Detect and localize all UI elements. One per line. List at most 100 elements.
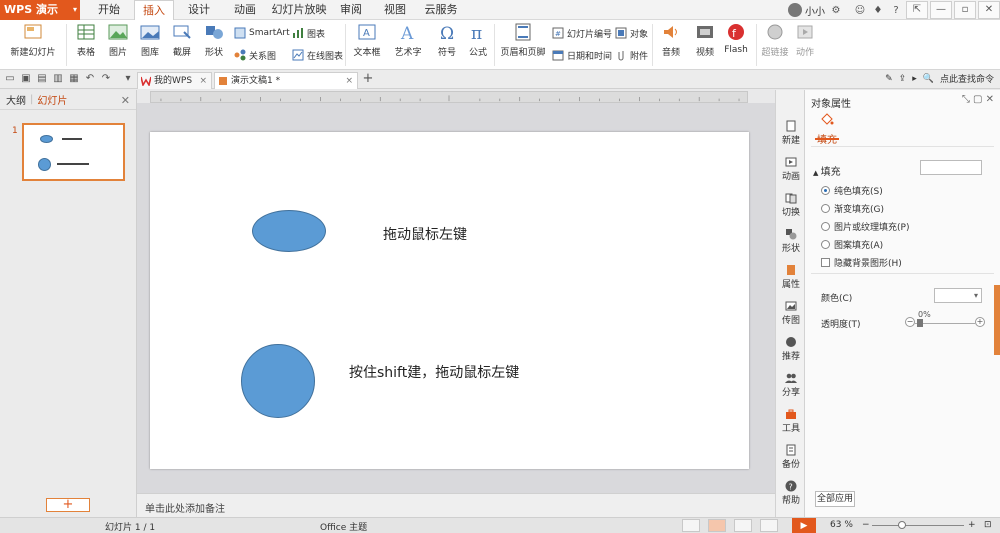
fit-window-icon[interactable]: ⊡ — [984, 520, 992, 530]
side-tab-animation[interactable]: 动画 — [776, 152, 806, 188]
wordart-button[interactable]: A 艺术字 — [390, 22, 426, 68]
gallery-button[interactable]: 图库 — [136, 22, 164, 68]
close-button[interactable]: ✕ — [978, 1, 1000, 19]
tab-animation[interactable]: 动画 — [224, 0, 266, 20]
notes-toggle-button[interactable] — [682, 519, 700, 532]
customize-dropdown-icon[interactable]: ▾ — [122, 73, 134, 85]
new-tab-plus-icon[interactable]: + — [362, 72, 374, 85]
redo-icon[interactable]: ↷ — [100, 73, 112, 85]
zoom-level[interactable]: 63 % — [830, 520, 853, 530]
tab-insert[interactable]: 插入 — [134, 0, 174, 21]
side-tab-recommend[interactable]: 推荐 — [776, 332, 806, 368]
doc-tab-my-wps[interactable]: 我的WPS × — [137, 72, 212, 89]
tab-design[interactable]: 设计 — [178, 0, 220, 20]
play-slideshow-button[interactable]: ▶ — [792, 518, 816, 533]
minimize-button[interactable]: — — [930, 1, 952, 19]
maximize-button[interactable]: ▫ — [954, 1, 976, 19]
tab-home[interactable]: 开始 — [88, 0, 130, 20]
side-tab-transition[interactable]: 切换 — [776, 188, 806, 224]
side-tab-upload[interactable]: 传图 — [776, 296, 806, 332]
transparency-slider[interactable]: − 0% + — [905, 310, 985, 329]
audio-button[interactable]: 音频 — [656, 22, 686, 68]
side-tab-backup[interactable]: 备份 — [776, 440, 806, 476]
tab-review[interactable]: 审阅 — [334, 0, 368, 20]
circle-shape[interactable] — [241, 344, 315, 418]
user-menu[interactable]: 小小 ⚙ — [788, 3, 844, 18]
slide-text-shift-drag[interactable]: 按住shift建，拖动鼠标左键 — [349, 362, 519, 382]
screenshot-button[interactable]: 截屏 — [168, 22, 196, 68]
radio-picture-fill[interactable]: 图片或纹理填充(P) — [821, 220, 909, 233]
slide-canvas[interactable]: 拖动鼠标左键 按住shift建，拖动鼠标左键 — [150, 132, 749, 469]
radio-button[interactable] — [821, 186, 830, 195]
command-search-label[interactable]: 点此查找命令 — [940, 72, 994, 85]
close-icon[interactable]: × — [345, 73, 353, 89]
date-time-button[interactable]: 日期和时间 — [552, 46, 612, 64]
normal-view-button[interactable] — [708, 519, 726, 532]
panel-controls[interactable]: ⤡ ▢ ✕ — [962, 94, 994, 105]
apply-all-button[interactable]: 全部应用 — [815, 491, 855, 507]
print-icon[interactable]: ▥ — [52, 73, 64, 85]
close-icon[interactable]: ✕ — [121, 94, 130, 107]
video-button[interactable]: 视频 — [690, 22, 720, 68]
table-button[interactable]: 表格 — [72, 22, 100, 68]
add-slide-button[interactable]: + — [46, 498, 90, 512]
side-tab-new[interactable]: 新建 — [776, 116, 806, 152]
more-icon[interactable]: ▸ — [912, 74, 917, 84]
side-tab-tools[interactable]: 工具 — [776, 404, 806, 440]
smartart-button[interactable]: SmartArt — [234, 24, 290, 42]
fill-tab[interactable]: 填充 — [815, 112, 839, 146]
slide-text-drag[interactable]: 拖动鼠标左键 — [383, 224, 467, 244]
export-icon[interactable]: ▤ — [36, 73, 48, 85]
zoom-slider-thumb[interactable] — [898, 521, 906, 529]
sorter-view-button[interactable] — [734, 519, 752, 532]
radio-button[interactable] — [821, 204, 830, 213]
textbox-button[interactable]: A 文本框 — [350, 22, 384, 68]
save-icon[interactable]: ▣ — [20, 73, 32, 85]
side-tab-properties[interactable]: 属性 — [776, 260, 806, 296]
close-icon[interactable]: × — [199, 73, 207, 89]
notes-pane[interactable]: 单击此处添加备注 — [137, 493, 775, 517]
shirt-icon[interactable]: ♦ — [870, 5, 886, 16]
undo-icon[interactable]: ↶ — [84, 73, 96, 85]
help-icon[interactable]: ? — [888, 5, 904, 16]
slide-number-button[interactable]: # 幻灯片编号 — [552, 24, 612, 42]
object-button[interactable]: 对象 — [615, 24, 648, 42]
hide-background-checkbox[interactable]: 隐藏背景图形(H) — [821, 256, 902, 269]
symbol-button[interactable]: Ω 符号 — [432, 22, 462, 68]
flash-button[interactable]: f Flash — [722, 22, 750, 68]
hyperlink-button[interactable]: 超链接 — [760, 22, 790, 68]
open-folder-icon[interactable]: ▭ — [4, 73, 16, 85]
side-tab-shapes[interactable]: 形状 — [776, 224, 806, 260]
zoom-slider[interactable] — [872, 525, 964, 526]
zoom-out-icon[interactable]: − — [862, 520, 870, 530]
app-menu-button[interactable]: WPS 演示 ▾ — [0, 0, 80, 20]
slide-thumbnail[interactable] — [22, 123, 125, 181]
action-button[interactable]: 动作 — [792, 22, 818, 68]
panel-title[interactable]: 对象属性 — [811, 95, 851, 110]
image-button[interactable]: 图片 — [104, 22, 132, 68]
tab-slides[interactable]: 幻灯片 — [37, 92, 67, 107]
new-slide-button[interactable]: 新建幻灯片 — [6, 22, 60, 68]
skin-icon[interactable]: ☺ — [852, 5, 868, 16]
radio-pattern-fill[interactable]: 图案填充(A) — [821, 238, 883, 251]
fill-color-swatch[interactable] — [920, 160, 982, 175]
theme-name[interactable]: Office 主题 — [320, 520, 367, 533]
ellipse-shape[interactable] — [252, 210, 326, 252]
zoom-in-icon[interactable]: + — [968, 520, 976, 530]
slider-thumb[interactable] — [917, 319, 923, 327]
color-dropdown[interactable]: ▾ — [934, 288, 982, 303]
plus-icon[interactable]: + — [975, 317, 985, 327]
reading-view-button[interactable] — [760, 519, 778, 532]
preview-icon[interactable]: ▦ — [68, 73, 80, 85]
side-tab-help[interactable]: ? 帮助 — [776, 476, 806, 512]
tab-view[interactable]: 视图 — [378, 0, 412, 20]
panel-collapse-handle[interactable] — [994, 285, 1000, 355]
minus-icon[interactable]: − — [905, 317, 915, 327]
radio-solid-fill[interactable]: 纯色填充(S) — [821, 184, 883, 197]
side-tab-share[interactable]: 分享 — [776, 368, 806, 404]
online-chart-button[interactable]: 在线图表 — [292, 46, 343, 64]
formula-button[interactable]: π 公式 — [466, 22, 490, 68]
doc-tab-presentation[interactable]: 演示文稿1 * × — [214, 72, 358, 89]
radio-gradient-fill[interactable]: 渐变填充(G) — [821, 202, 884, 215]
fill-section-header[interactable]: ▲ 填充 — [813, 163, 841, 178]
